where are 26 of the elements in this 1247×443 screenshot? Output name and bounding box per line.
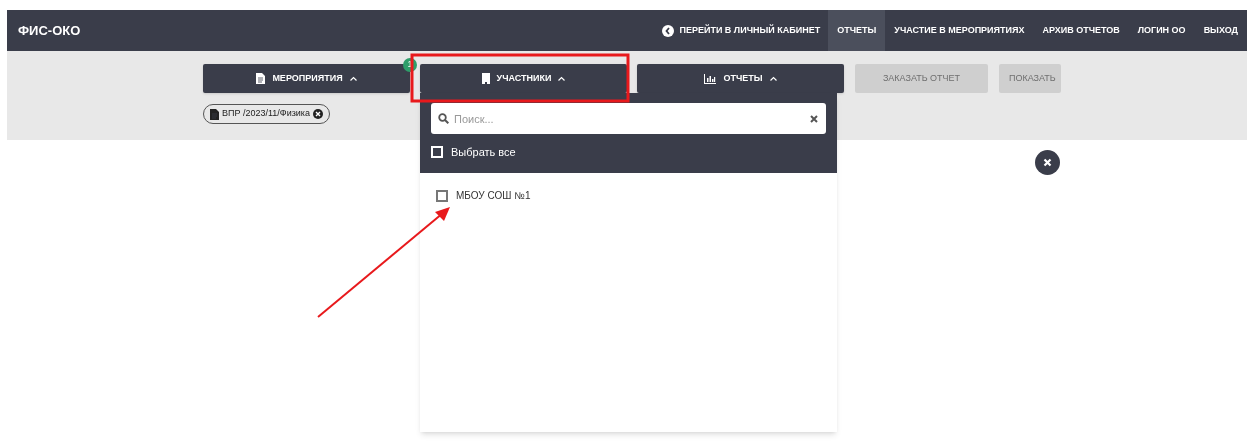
document-icon	[210, 108, 219, 120]
nav-tab[interactable]: ВЫХОД	[1194, 10, 1247, 51]
nav-tab[interactable]: ОТЧЕТЫ	[828, 10, 886, 51]
remove-icon[interactable]	[313, 109, 323, 119]
caret-icon	[769, 76, 777, 81]
search-icon	[438, 113, 449, 124]
checkbox[interactable]	[436, 189, 448, 202]
dropdown-button[interactable]: УЧАСТНИКИ	[420, 64, 627, 93]
bar-chart-icon	[704, 73, 717, 84]
document-icon	[256, 73, 266, 84]
participant-label: МБОУ СОШ №1	[456, 189, 531, 203]
brand-title: ФИС-ОКО	[18, 21, 81, 40]
caret-icon	[349, 76, 357, 81]
nav-tab[interactable]: АРХИВ ОТЧЕТОВ	[1033, 10, 1129, 51]
building-icon	[481, 73, 490, 84]
nav-tab[interactable]: УЧАСТИЕ В МЕРОПРИЯТИЯХ	[885, 10, 1034, 51]
close-button[interactable]	[1035, 150, 1060, 175]
back-link[interactable]: ПЕРЕЙТИ В ЛИЧНЫЙ КАБИНЕТ	[654, 23, 829, 38]
dropdown-button[interactable]: ОТЧЕТЫ	[637, 64, 844, 93]
select-all-label: Выбрать все	[451, 145, 516, 160]
caret-icon	[558, 76, 566, 81]
nav-tab[interactable]: ЛОГИН ОО	[1128, 10, 1195, 51]
close-icon	[1043, 158, 1052, 167]
chip-label: ВПР /2023/11/Физика	[222, 107, 310, 121]
clear-icon[interactable]	[810, 115, 818, 123]
search-field[interactable]: Поиск...	[431, 103, 826, 134]
